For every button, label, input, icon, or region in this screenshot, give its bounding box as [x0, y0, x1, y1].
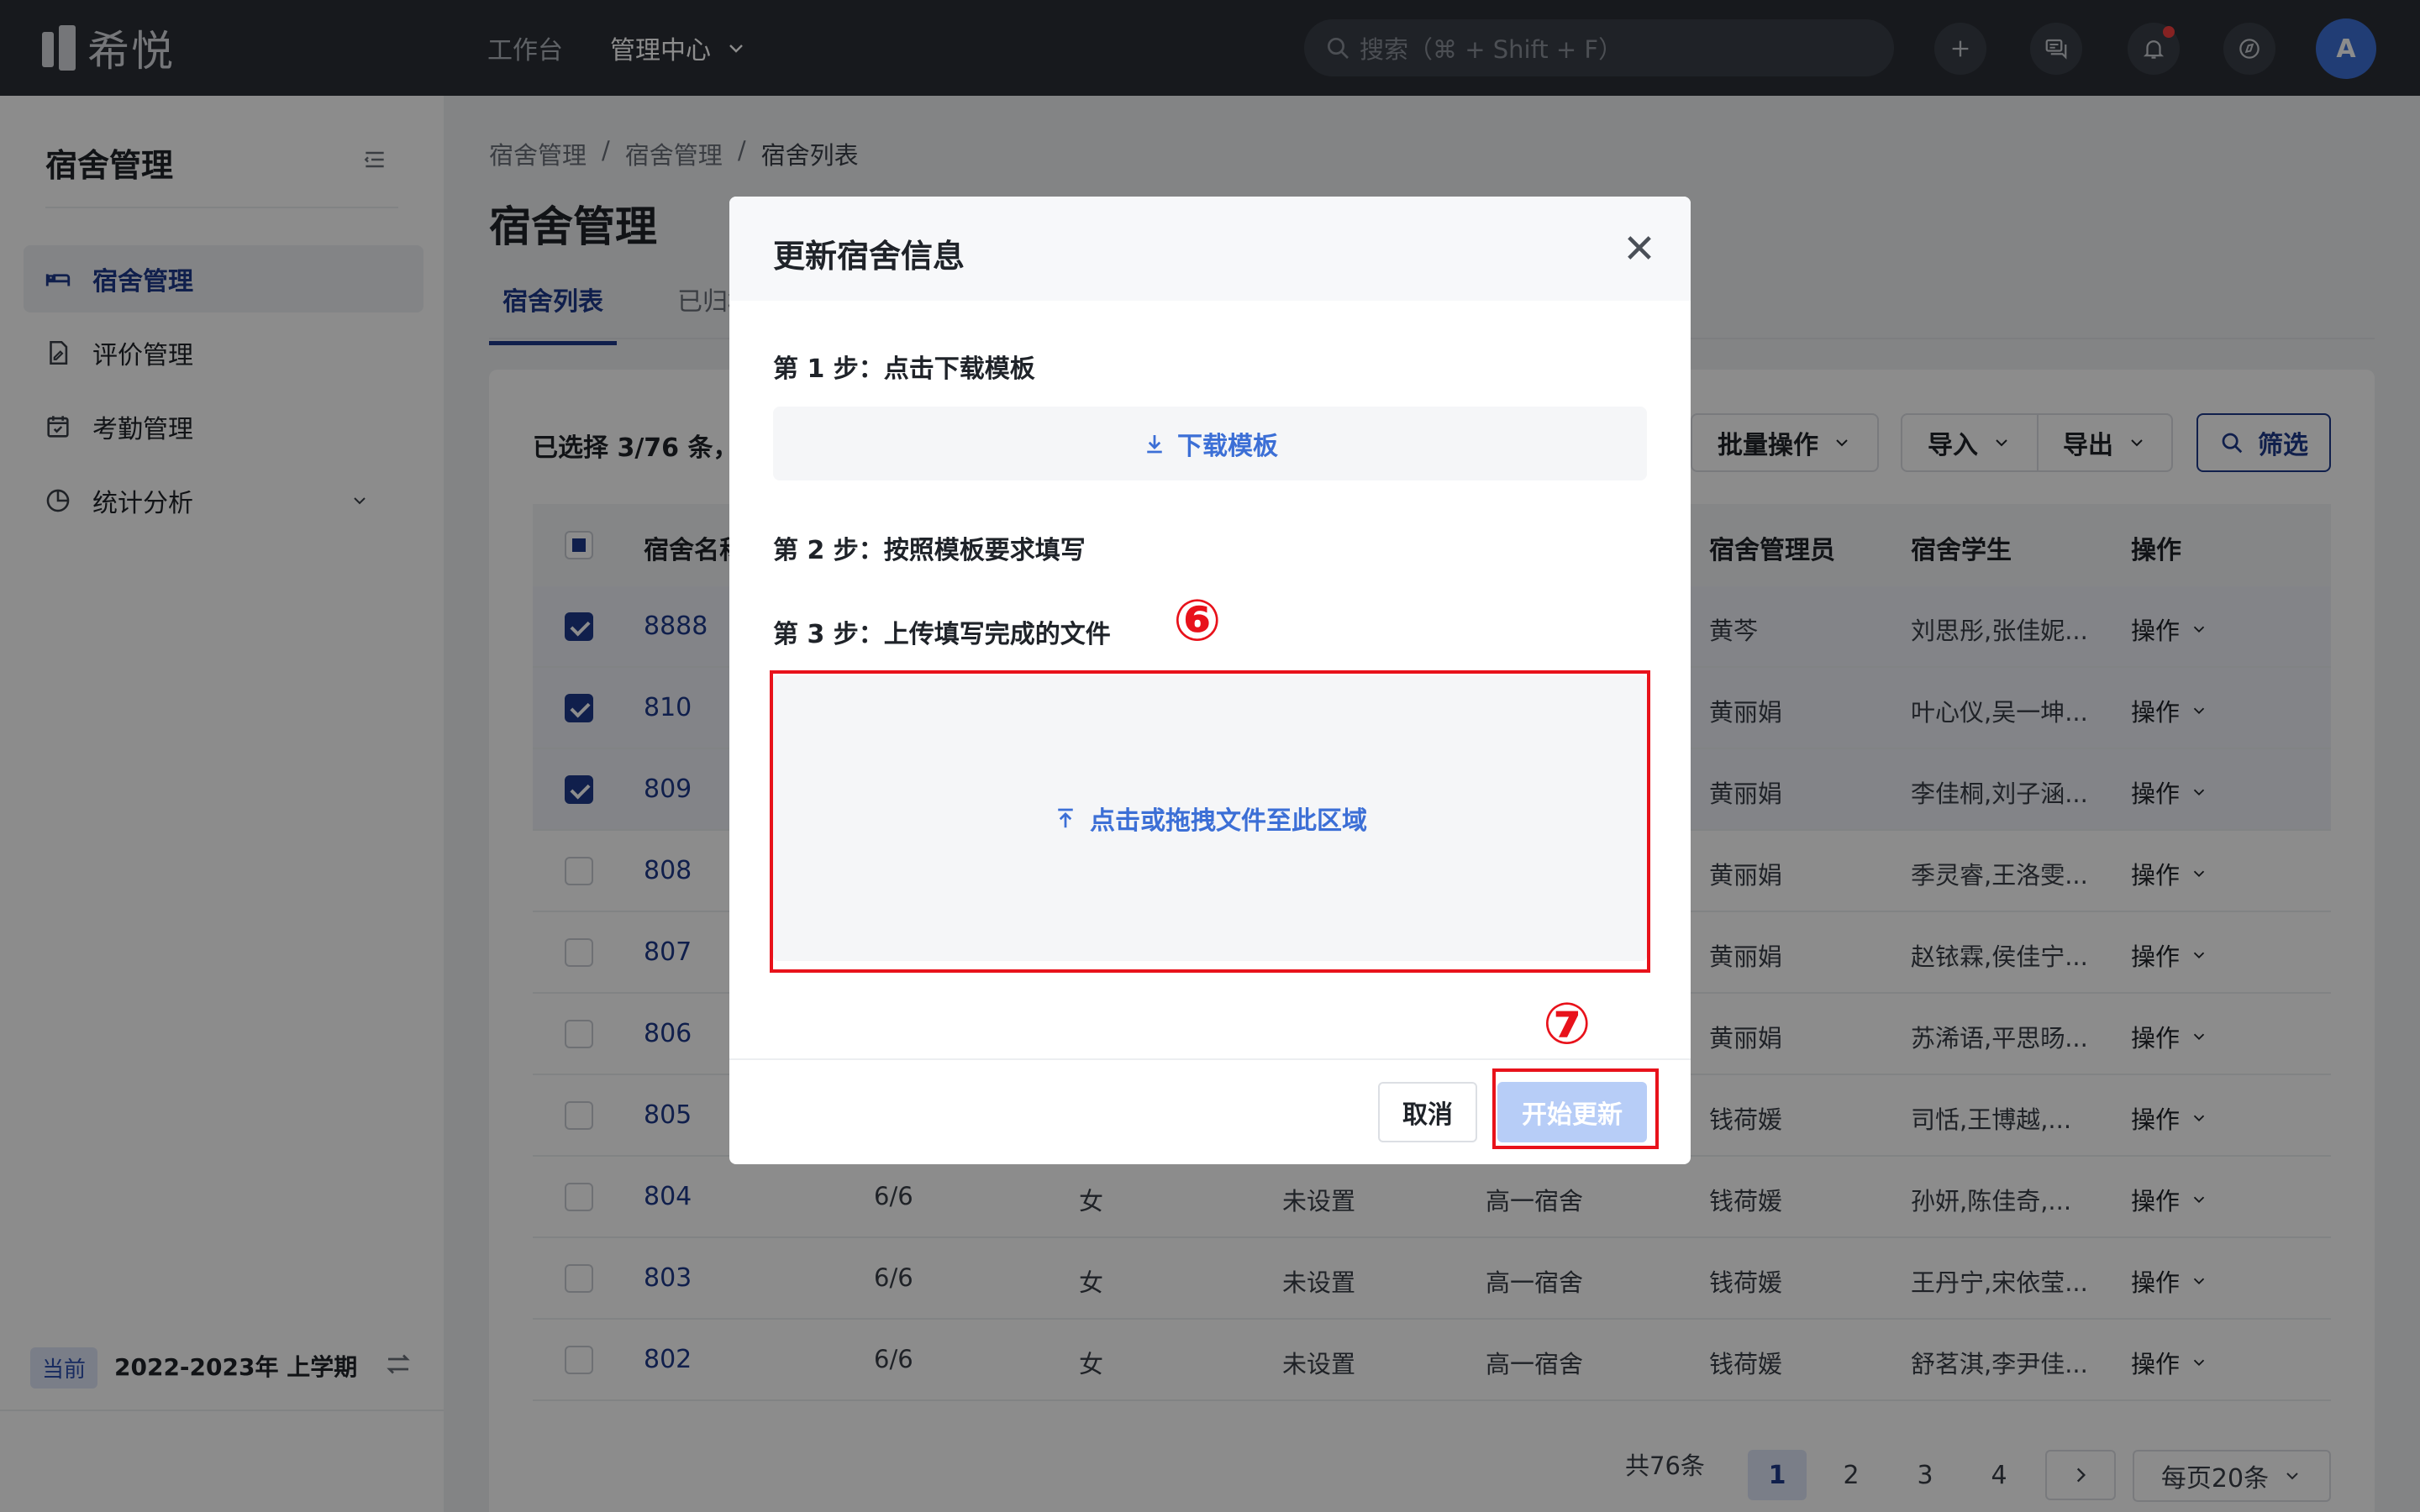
step-2-text: 第 2 步：按照模板要求填写 — [773, 536, 1086, 565]
modal-title: 更新宿舍信息 — [773, 238, 965, 275]
step-1-text: 第 1 步：点击下载模板 — [773, 354, 1035, 384]
highlight-box-upload — [770, 670, 1650, 973]
download-template-button[interactable]: 下载模板 — [773, 407, 1647, 480]
annotation-marker-6: ⑥ — [1173, 588, 1222, 654]
highlight-box-start — [1492, 1068, 1659, 1149]
download-template-label: 下载模板 — [1177, 432, 1278, 461]
modal-footer-divider — [729, 1058, 1691, 1060]
step-3-text: 第 3 步：上传填写完成的文件 — [773, 620, 1111, 649]
annotation-marker-7: ⑦ — [1543, 991, 1591, 1058]
cancel-button[interactable]: 取消 — [1378, 1082, 1477, 1142]
download-icon — [1147, 435, 1162, 454]
close-icon[interactable] — [1622, 230, 1657, 265]
